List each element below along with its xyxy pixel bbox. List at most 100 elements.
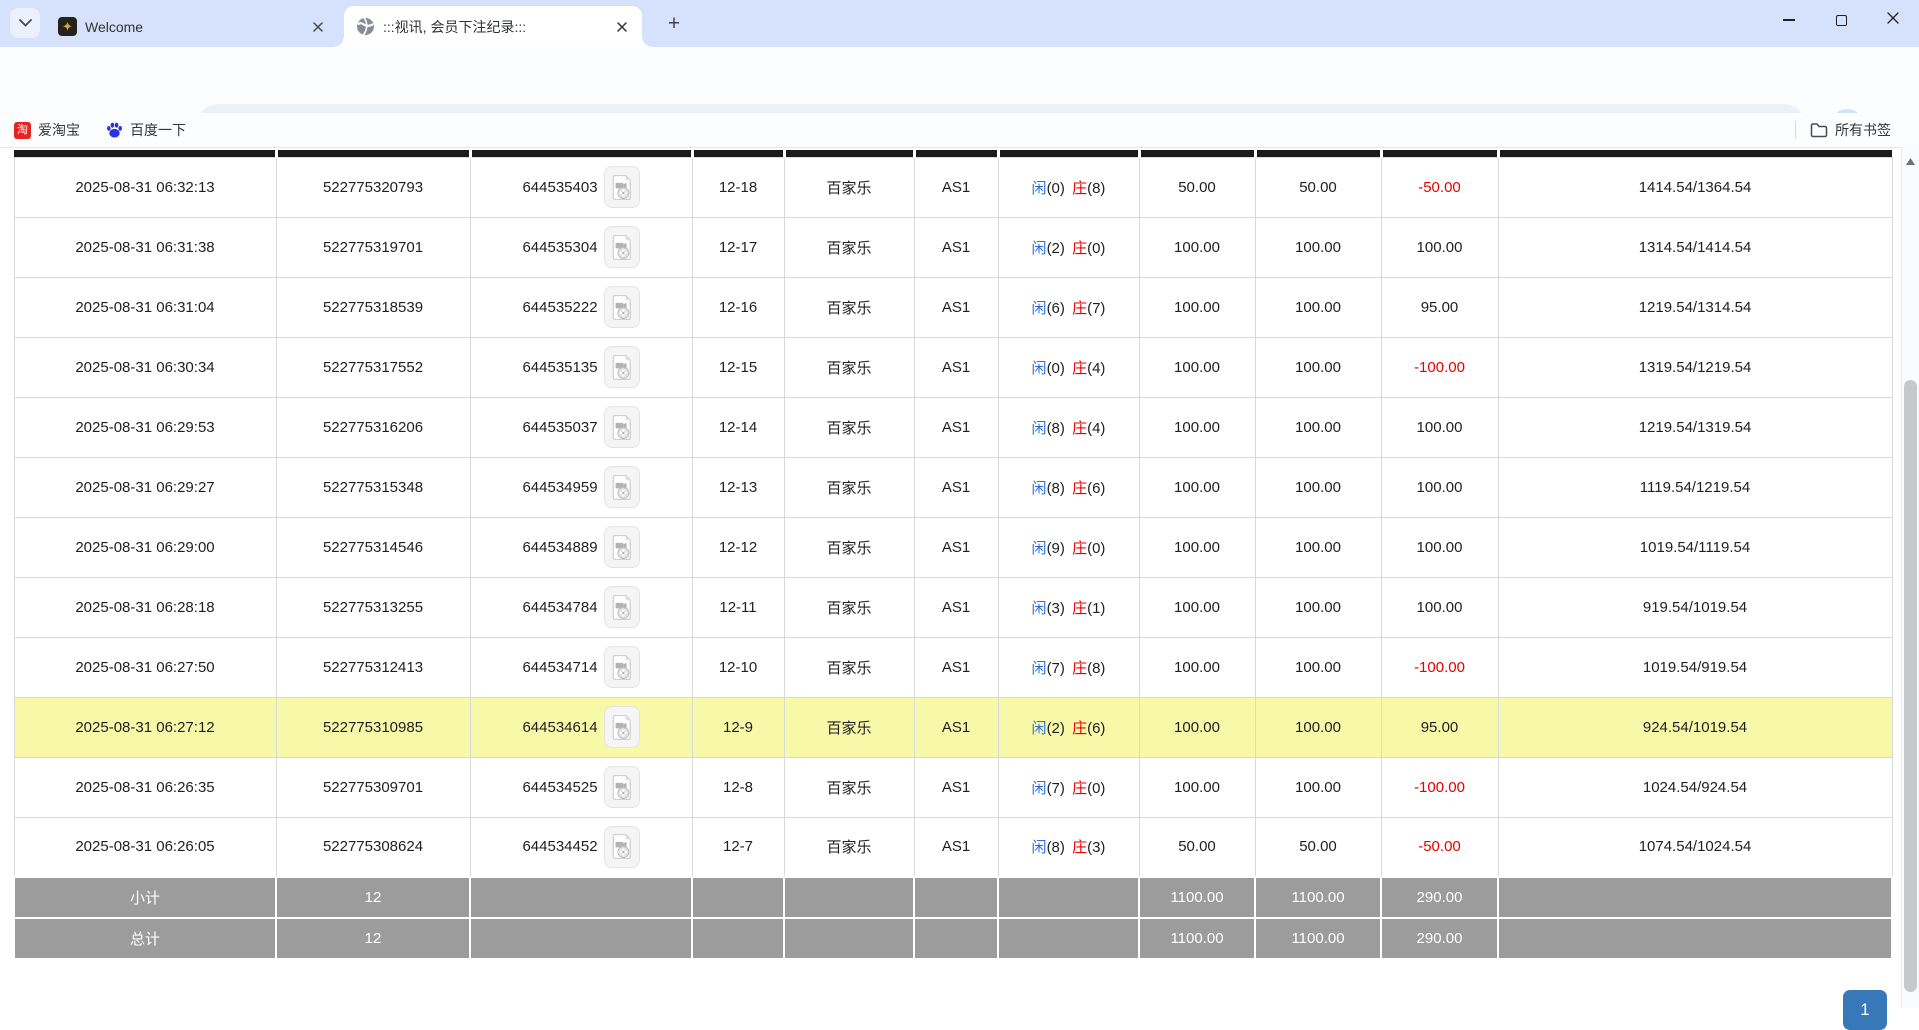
video-replay-button[interactable]: [604, 766, 640, 808]
sum-cell-empty: [914, 918, 998, 959]
video-replay-button[interactable]: [604, 826, 640, 868]
video-replay-button[interactable]: [604, 346, 640, 388]
player-label: 闲: [1032, 720, 1047, 737]
round-number: 12-14: [692, 397, 784, 457]
table-row[interactable]: 2025-08-31 06:29:27 522775315348 6445349…: [14, 457, 1892, 517]
total-row: 总计 12 1100.00 1100.00 290.00: [14, 918, 1892, 959]
game-id: 644534784: [522, 599, 597, 616]
balance: 1314.54/1414.54: [1498, 217, 1892, 277]
page-scrollbar[interactable]: [1901, 147, 1919, 1008]
table-row[interactable]: 2025-08-31 06:30:34 522775317552 6445351…: [14, 337, 1892, 397]
table-row[interactable]: 2025-08-31 06:26:05 522775308624 6445344…: [14, 817, 1892, 877]
close-tab-icon[interactable]: [308, 17, 328, 37]
tab-search-button[interactable]: [10, 8, 40, 38]
bet-amount: 100.00: [1139, 577, 1255, 637]
balance: 1219.54/1319.54: [1498, 397, 1892, 457]
bet-time: 2025-08-31 06:27:12: [14, 697, 276, 757]
table-header-clipped: [14, 150, 1892, 157]
game-type: 百家乐: [784, 337, 914, 397]
close-window-button[interactable]: [1867, 0, 1919, 40]
bet-id: 522775310985: [276, 697, 470, 757]
valid-amount: 100.00: [1255, 457, 1381, 517]
globe-favicon-icon: [356, 17, 375, 36]
video-replay-button[interactable]: [604, 646, 640, 688]
total-bet: 1100.00: [1139, 918, 1255, 959]
bet-amount: 100.00: [1139, 637, 1255, 697]
banker-score: (6): [1087, 720, 1105, 737]
player-score: (2): [1047, 240, 1065, 257]
video-replay-button[interactable]: [604, 166, 640, 208]
table-code: AS1: [914, 277, 998, 337]
table-row[interactable]: 2025-08-31 06:31:04 522775318539 6445352…: [14, 277, 1892, 337]
valid-amount: 100.00: [1255, 217, 1381, 277]
bet-records-table: 2025-08-31 06:32:13 522775320793 6445354…: [13, 150, 1893, 960]
scroll-up-arrow[interactable]: [1902, 153, 1919, 169]
tab-betrecord[interactable]: :::视讯, 会员下注纪录:::: [344, 6, 642, 47]
valid-amount: 100.00: [1255, 697, 1381, 757]
table-row[interactable]: 2025-08-31 06:27:50 522775312413 6445347…: [14, 637, 1892, 697]
bet-id: 522775315348: [276, 457, 470, 517]
video-replay-button[interactable]: [604, 706, 640, 748]
game-id: 644535037: [522, 419, 597, 436]
winloss-amount: -50.00: [1381, 157, 1498, 217]
valid-amount: 100.00: [1255, 637, 1381, 697]
game-type: 百家乐: [784, 817, 914, 877]
close-tab-icon[interactable]: [612, 17, 632, 37]
maximize-button[interactable]: [1815, 0, 1867, 40]
bet-amount: 50.00: [1139, 157, 1255, 217]
table-row[interactable]: 2025-08-31 06:29:00 522775314546 6445348…: [14, 517, 1892, 577]
scrollbar-thumb[interactable]: [1904, 380, 1917, 992]
minimize-button[interactable]: [1763, 0, 1815, 40]
game-id-cell: 644535304: [470, 217, 692, 277]
bookmarks-divider: [1795, 121, 1796, 139]
winloss-amount: 95.00: [1381, 277, 1498, 337]
video-replay-button[interactable]: [604, 226, 640, 268]
video-replay-button[interactable]: [604, 526, 640, 568]
winloss-amount: -100.00: [1381, 757, 1498, 817]
bookmark-taobao[interactable]: 淘 爱淘宝: [14, 120, 80, 140]
table-row[interactable]: 2025-08-31 06:29:53 522775316206 6445350…: [14, 397, 1892, 457]
bet-content: 闲(9) 庄(0): [998, 517, 1139, 577]
bookmark-baidu[interactable]: 百度一下: [106, 120, 186, 140]
tab-welcome[interactable]: ✦ Welcome: [46, 6, 338, 47]
table-row[interactable]: 2025-08-31 06:26:35 522775309701 6445345…: [14, 757, 1892, 817]
bet-time: 2025-08-31 06:29:27: [14, 457, 276, 517]
bet-content: 闲(2) 庄(6): [998, 697, 1139, 757]
banker-score: (4): [1087, 360, 1105, 377]
bet-time: 2025-08-31 06:28:18: [14, 577, 276, 637]
balance: 1219.54/1314.54: [1498, 277, 1892, 337]
table-row[interactable]: 2025-08-31 06:31:38 522775319701 6445353…: [14, 217, 1892, 277]
game-type: 百家乐: [784, 577, 914, 637]
total-label: 总计: [14, 918, 276, 959]
bookmark-label: 百度一下: [130, 120, 186, 140]
video-replay-button[interactable]: [604, 286, 640, 328]
round-number: 12-15: [692, 337, 784, 397]
pagination-page-button[interactable]: 1: [1843, 990, 1887, 1030]
banker-score: (4): [1087, 420, 1105, 437]
game-id: 644535403: [522, 179, 597, 196]
table-row[interactable]: 2025-08-31 06:32:13 522775320793 6445354…: [14, 157, 1892, 217]
video-record-icon: [611, 354, 633, 381]
chevron-down-icon: [19, 14, 32, 32]
round-number: 12-7: [692, 817, 784, 877]
new-tab-button[interactable]: +: [660, 10, 688, 38]
balance: 1019.54/1119.54: [1498, 517, 1892, 577]
round-number: 12-8: [692, 757, 784, 817]
bet-time: 2025-08-31 06:29:53: [14, 397, 276, 457]
all-bookmarks-button[interactable]: 所有书签: [1835, 120, 1891, 140]
video-record-icon: [611, 833, 633, 860]
video-replay-button[interactable]: [604, 406, 640, 448]
round-number: 12-18: [692, 157, 784, 217]
maximize-icon: [1836, 15, 1847, 26]
bet-time: 2025-08-31 06:31:38: [14, 217, 276, 277]
video-replay-button[interactable]: [604, 586, 640, 628]
banker-label: 庄: [1072, 540, 1087, 557]
bet-time: 2025-08-31 06:31:04: [14, 277, 276, 337]
sum-cell-empty: [692, 877, 784, 918]
table-row[interactable]: 2025-08-31 06:27:12 522775310985 6445346…: [14, 697, 1892, 757]
player-label: 闲: [1032, 480, 1047, 497]
table-row[interactable]: 2025-08-31 06:28:18 522775313255 6445347…: [14, 577, 1892, 637]
bookmarks-bar: 淘 爱淘宝 百度一下 所有书签: [0, 113, 1919, 148]
video-replay-button[interactable]: [604, 466, 640, 508]
bet-id: 522775313255: [276, 577, 470, 637]
